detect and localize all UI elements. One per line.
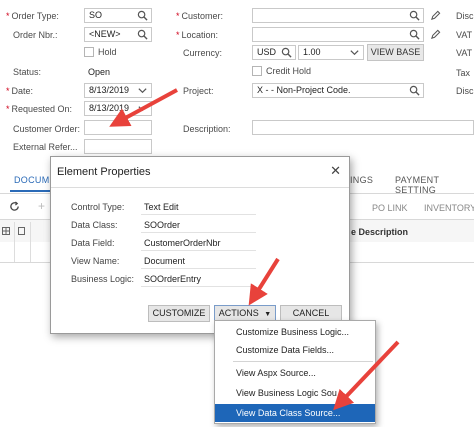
- date-label: * Date:: [6, 86, 34, 96]
- hold-label: Hold: [98, 47, 117, 57]
- field-underline: [141, 214, 256, 215]
- field-underline: [141, 268, 256, 269]
- customer-order-label: Customer Order:: [13, 124, 81, 134]
- credit-hold-checkbox[interactable]: [252, 66, 262, 76]
- customer-field[interactable]: [252, 8, 424, 23]
- grid-col-divider: [30, 222, 31, 262]
- search-icon[interactable]: [137, 10, 148, 21]
- menu-separator: [233, 361, 373, 362]
- actions-menu: Customize Business Logic... Customize Da…: [214, 320, 376, 424]
- status-value: Open: [88, 67, 111, 77]
- project-label: Project:: [183, 86, 214, 96]
- order-type-label: * Order Type:: [6, 11, 59, 21]
- status-label: Status:: [13, 67, 42, 77]
- control-type-value: Text Edit: [144, 202, 179, 212]
- chevron-down-icon[interactable]: [349, 47, 360, 58]
- grid-col-divider: [14, 222, 15, 262]
- menu-item-customize-data-fields[interactable]: Customize Data Fields...: [215, 341, 375, 359]
- data-class-label: Data Class:: [71, 220, 118, 230]
- right-cut-label-1: Disc: [456, 11, 474, 21]
- date-field[interactable]: 8/13/2019: [84, 83, 152, 98]
- customize-button[interactable]: CUSTOMIZE: [148, 305, 210, 322]
- external-ref-field[interactable]: [84, 139, 152, 154]
- search-icon[interactable]: [409, 85, 420, 96]
- view-name-label: View Name:: [71, 256, 120, 266]
- requested-on-value: 8/13/2019: [89, 103, 130, 113]
- rate-value: 1.00: [303, 47, 321, 57]
- description-field[interactable]: [252, 120, 474, 135]
- element-properties-dialog: Element Properties ✕ Control Type: Text …: [50, 156, 350, 334]
- requested-on-label: * Requested On:: [6, 104, 73, 114]
- refresh-icon[interactable]: [9, 201, 20, 212]
- tab-settings[interactable]: INGS: [350, 175, 373, 185]
- menu-item-view-business-logic-source[interactable]: View Business Logic Sou: [215, 384, 375, 402]
- right-cut-label-5: Disc: [456, 86, 474, 96]
- customer-label: * Customer:: [176, 11, 224, 21]
- currency-value: USD: [257, 47, 277, 57]
- tab-payment-settings[interactable]: PAYMENT SETTING: [395, 175, 474, 195]
- business-logic-value: SOOrderEntry: [144, 274, 202, 284]
- menu-item-customize-business-logic[interactable]: Customize Business Logic...: [215, 323, 375, 341]
- project-field[interactable]: X - - Non-Project Code.: [252, 83, 424, 98]
- business-logic-label: Business Logic:: [71, 274, 135, 284]
- description-label: Description:: [183, 124, 231, 134]
- chevron-down-icon[interactable]: [137, 103, 148, 114]
- search-icon[interactable]: [281, 47, 292, 58]
- attachment-icon: [18, 227, 25, 235]
- location-label: * Location:: [176, 30, 219, 40]
- view-base-button[interactable]: VIEW BASE: [367, 44, 424, 61]
- hold-checkbox[interactable]: [84, 47, 94, 57]
- search-icon[interactable]: [137, 29, 148, 40]
- customer-order-field[interactable]: [84, 120, 152, 135]
- view-name-value: Document: [144, 256, 186, 266]
- search-icon[interactable]: [409, 29, 420, 40]
- credit-hold-label: Credit Hold: [266, 66, 312, 76]
- dialog-title: Element Properties: [57, 166, 151, 178]
- currency-label: Currency:: [183, 48, 223, 58]
- right-cut-label-4: Tax: [456, 68, 471, 78]
- location-field[interactable]: [252, 27, 424, 42]
- field-underline: [141, 250, 256, 251]
- rate-field[interactable]: 1.00: [298, 45, 364, 60]
- pencil-icon[interactable]: [430, 10, 441, 21]
- date-value: 8/13/2019: [89, 85, 130, 95]
- right-cut-label-3: VAT: [456, 48, 473, 58]
- add-row-icon[interactable]: +: [38, 199, 45, 213]
- dialog-title-divider: [51, 187, 349, 188]
- caret-down-icon: ▼: [264, 311, 272, 318]
- field-underline: [141, 232, 256, 233]
- data-field-label: Data Field:: [71, 238, 115, 248]
- order-type-value: SO: [89, 10, 103, 20]
- search-icon[interactable]: [409, 10, 420, 21]
- chevron-down-icon[interactable]: [137, 85, 148, 96]
- inventory-button[interactable]: INVENTORY: [424, 203, 474, 213]
- pencil-icon[interactable]: [430, 29, 441, 40]
- external-ref-label: External Refer...: [13, 142, 78, 152]
- menu-item-view-aspx-source[interactable]: View Aspx Source...: [215, 364, 375, 382]
- data-field-value: CustomerOrderNbr: [144, 238, 221, 248]
- order-nbr-value: <NEW>: [89, 29, 121, 39]
- po-link-button[interactable]: PO LINK: [372, 203, 408, 213]
- data-class-value: SOOrder: [144, 220, 181, 230]
- requested-on-field[interactable]: 8/13/2019: [84, 101, 152, 116]
- close-icon[interactable]: ✕: [330, 163, 341, 179]
- order-nbr-field[interactable]: <NEW>: [84, 27, 152, 42]
- menu-item-view-data-class-source[interactable]: View Data Class Source...: [215, 404, 375, 422]
- field-underline: [141, 286, 256, 287]
- order-type-field[interactable]: SO: [84, 8, 152, 23]
- currency-field[interactable]: USD: [252, 45, 296, 60]
- actions-button-label: ACTIONS: [218, 308, 259, 318]
- line-description-header[interactable]: e Description: [351, 227, 408, 237]
- active-tab-indicator: [10, 190, 52, 192]
- grid-settings-icon[interactable]: [2, 227, 10, 235]
- tab-documents[interactable]: DOCUM: [14, 175, 50, 185]
- order-nbr-label: Order Nbr.:: [13, 30, 58, 40]
- project-value: X - - Non-Project Code.: [257, 85, 351, 95]
- control-type-label: Control Type:: [71, 202, 125, 212]
- right-cut-label-2: VAT: [456, 30, 473, 40]
